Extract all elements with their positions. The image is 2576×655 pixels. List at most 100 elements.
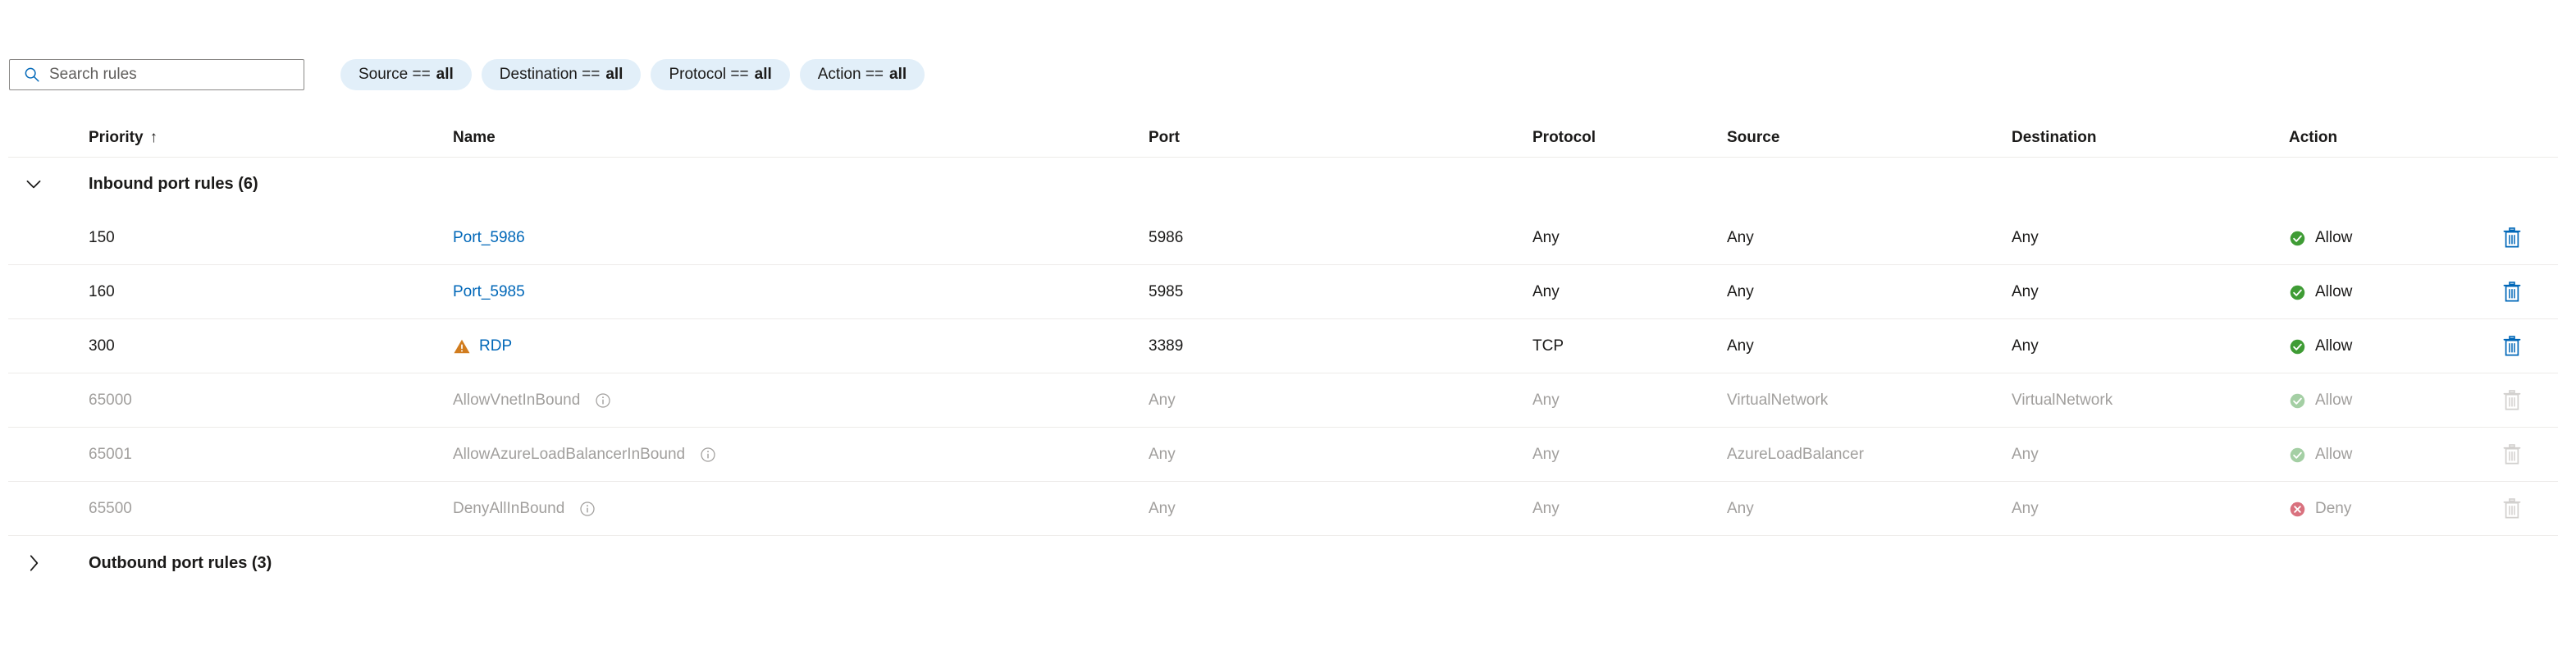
check-circle-icon [2290, 339, 2305, 354]
cell-port: Any [1149, 392, 1176, 409]
table-row[interactable]: 300 RDP 3389 TCP Any Any Allow [0, 319, 2576, 373]
rule-name-label: AllowVnetInBound [453, 392, 581, 409]
check-circle-icon [2290, 393, 2305, 408]
filter-pill-action[interactable]: Action == all [799, 59, 925, 90]
column-header-port[interactable]: Port [1149, 129, 1180, 147]
cell-priority: 150 [89, 229, 115, 246]
filter-pill-action-value: all [889, 66, 907, 83]
group-header-inbound-label: Inbound port rules (6) [89, 174, 258, 193]
cell-protocol: TCP [1532, 337, 1564, 355]
action-label: Allow [2315, 337, 2353, 355]
cell-destination: Any [2012, 283, 2039, 300]
column-header-destination[interactable]: Destination [2012, 129, 2096, 147]
delete-icon[interactable] [2502, 227, 2522, 249]
cell-protocol: Any [1532, 446, 1560, 463]
table-row[interactable]: 65000 AllowVnetInBound Any Any VirtualNe… [0, 373, 2576, 428]
filter-pill-destination-value: all [605, 66, 623, 83]
search-input[interactable] [49, 66, 295, 84]
cell-port: Any [1149, 500, 1176, 517]
cell-priority: 65500 [89, 500, 132, 517]
action-label: Deny [2315, 500, 2352, 517]
filter-pill-source-value: all [436, 66, 454, 83]
filter-pill-destination[interactable]: Destination == all [481, 59, 642, 90]
cell-destination: VirtualNetwork [2012, 392, 2113, 409]
cell-delete [2502, 444, 2522, 465]
rule-name-link[interactable]: Port_5985 [453, 283, 525, 301]
rule-name-label: DenyAllInBound [453, 500, 565, 517]
filter-pill-source-label: Source == [359, 66, 431, 83]
row-divider [8, 157, 2558, 158]
cell-priority: 65000 [89, 392, 132, 409]
filter-pill-protocol[interactable]: Protocol == all [651, 59, 790, 90]
delete-icon [2503, 444, 2521, 465]
column-header-action[interactable]: Action [2289, 129, 2337, 147]
info-circle-icon[interactable] [700, 447, 716, 463]
column-header-priority[interactable]: Priority ↑ [89, 129, 158, 147]
cell-source: AzureLoadBalancer [1727, 446, 1864, 463]
check-circle-icon [2290, 447, 2305, 462]
cell-destination: Any [2012, 229, 2039, 246]
cell-source: Any [1727, 229, 1754, 246]
cell-action: Allow [2289, 337, 2352, 355]
filter-pill-protocol-value: all [754, 66, 772, 83]
cell-action: Allow [2289, 283, 2352, 301]
cell-protocol: Any [1532, 283, 1560, 300]
cell-name: AllowAzureLoadBalancerInBound [453, 446, 716, 464]
group-header-outbound[interactable]: Outbound port rules (3) [0, 536, 2576, 590]
check-circle-icon [2290, 231, 2305, 245]
cell-protocol: Any [1532, 500, 1560, 517]
cell-delete [2502, 498, 2522, 520]
rule-name-label: AllowAzureLoadBalancerInBound [453, 446, 686, 463]
search-rules-box[interactable] [9, 59, 304, 90]
chevron-right-icon[interactable] [23, 552, 44, 574]
cell-delete [2502, 336, 2522, 357]
action-label: Allow [2315, 446, 2353, 463]
cell-action: Deny [2289, 500, 2351, 518]
cell-name: Port_5985 [453, 283, 525, 301]
filter-pill-source[interactable]: Source == all [340, 59, 472, 90]
cell-destination: Any [2012, 446, 2039, 463]
action-label: Allow [2315, 392, 2353, 409]
column-header-source[interactable]: Source [1727, 129, 1779, 147]
column-header-protocol[interactable]: Protocol [1532, 129, 1596, 147]
cell-name: RDP [453, 337, 512, 355]
warning-triangle-icon [454, 339, 470, 354]
cell-port: Any [1149, 446, 1176, 463]
table-row[interactable]: 65500 DenyAllInBound Any Any Any Any Den… [0, 482, 2576, 536]
cell-action: Allow [2289, 392, 2352, 410]
cell-action: Allow [2289, 446, 2352, 464]
cell-destination: Any [2012, 500, 2039, 517]
table-row[interactable]: 160 Port_5985 5985 Any Any Any Allow [0, 265, 2576, 319]
cell-source: Any [1727, 500, 1754, 517]
cell-destination: Any [2012, 337, 2039, 355]
delete-icon[interactable] [2502, 282, 2522, 303]
column-header-name[interactable]: Name [453, 129, 496, 147]
cell-name: DenyAllInBound [453, 500, 596, 518]
rule-name-link[interactable]: RDP [479, 337, 512, 355]
cell-port: 5985 [1149, 283, 1184, 300]
sort-ascending-icon: ↑ [149, 129, 158, 146]
cell-port: 3389 [1149, 337, 1184, 355]
filter-pill-protocol-label: Protocol == [669, 66, 749, 83]
delete-icon[interactable] [2502, 336, 2522, 357]
cell-delete [2502, 390, 2522, 411]
cell-protocol: Any [1532, 392, 1560, 409]
table-row[interactable]: 150 Port_5986 5986 Any Any Any Allow [0, 211, 2576, 265]
chevron-down-icon[interactable] [23, 173, 44, 195]
cell-source: VirtualNetwork [1727, 392, 1829, 409]
cell-action: Allow [2289, 229, 2352, 247]
group-header-inbound[interactable]: Inbound port rules (6) [0, 157, 2576, 211]
column-header-priority-label: Priority [89, 129, 144, 146]
search-icon [25, 67, 39, 82]
info-circle-icon[interactable] [579, 501, 596, 517]
filter-pill-action-label: Action == [817, 66, 884, 83]
table-row[interactable]: 65001 AllowAzureLoadBalancerInBound Any … [0, 428, 2576, 482]
filter-pill-group: Source == all Destination == all Protoco… [340, 59, 925, 90]
cell-source: Any [1727, 283, 1754, 300]
cell-priority: 300 [89, 337, 115, 355]
deny-circle-icon [2290, 502, 2305, 516]
info-circle-icon[interactable] [595, 392, 611, 409]
cell-delete [2502, 227, 2522, 249]
rule-name-link[interactable]: Port_5986 [453, 229, 525, 247]
cell-priority: 160 [89, 283, 115, 300]
